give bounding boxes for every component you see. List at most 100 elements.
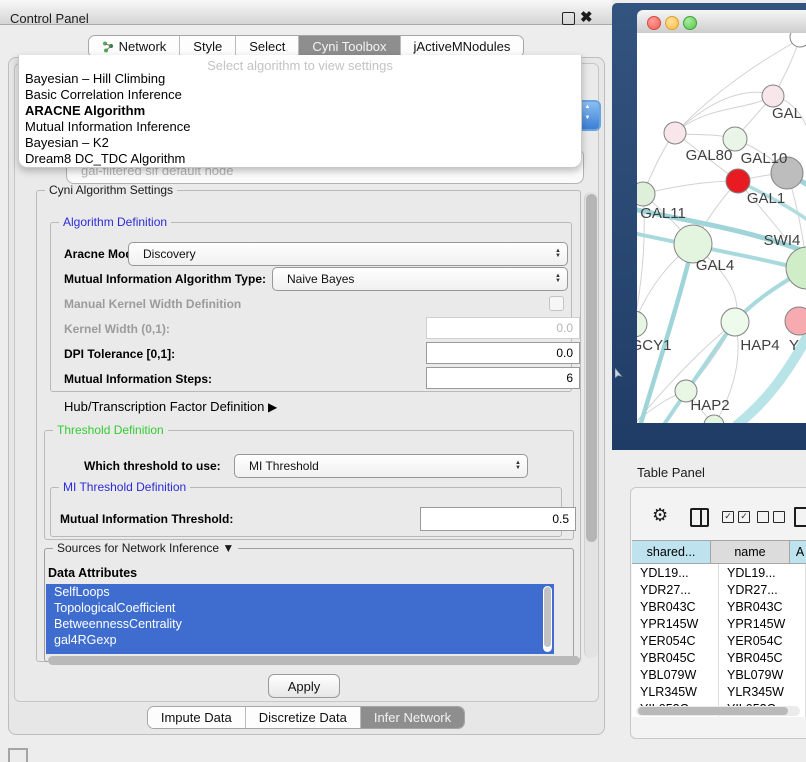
dpi-tolerance-field[interactable]: 0.0	[426, 342, 580, 364]
node-label: GAL4	[696, 257, 734, 274]
table-row[interactable]: YER054CYER054C8.	[632, 632, 806, 649]
tab-label: Cyni Toolbox	[312, 39, 386, 54]
network-node-gal[interactable]	[762, 85, 784, 107]
network-node-gal80[interactable]	[664, 122, 686, 144]
tab-discretize-data[interactable]: Discretize Data	[246, 707, 361, 728]
tab-network[interactable]: Network	[89, 36, 181, 57]
network-view[interactable]: GALGAL80GAL10GAL1GAL11GAL4SWI4GCY1HAP4YH…	[637, 33, 806, 423]
tab-label: Impute Data	[161, 710, 232, 725]
algorithm-option[interactable]: Bayesian – Hill Climbing	[19, 71, 581, 87]
table-hscrollbar-thumb[interactable]	[638, 707, 788, 715]
table-cell: YBR043C	[719, 598, 806, 615]
algorithm-option[interactable]: Bayesian – K2	[19, 135, 581, 151]
settings-hscrollbar[interactable]	[48, 656, 580, 665]
table-row[interactable]: YPR145WYPR145W9.	[632, 615, 806, 632]
aracne-mode-value: Discovery	[129, 247, 549, 261]
column-header[interactable]: A	[790, 541, 806, 563]
bottom-tab-bar: Impute Data Discretize Data Infer Network	[0, 706, 612, 729]
document-icon[interactable]	[794, 507, 806, 527]
table-cell: YBR045C	[719, 649, 806, 666]
settings-scrollbar-thumb[interactable]	[586, 194, 597, 542]
minimize-traffic-icon[interactable]	[665, 16, 679, 30]
data-attribute-item[interactable]: BetweennessCentrality	[46, 616, 554, 632]
table-row[interactable]: YBR043CYBR043C	[632, 598, 806, 615]
table-row[interactable]: YLR345WYLR345W9.	[632, 683, 806, 700]
node-label: SWI4	[764, 232, 801, 249]
tab-style[interactable]: Style	[180, 36, 236, 57]
close-traffic-icon[interactable]	[647, 16, 661, 30]
data-attribute-item[interactable]: gal4RGexp	[46, 632, 554, 648]
checked-pair-icon[interactable]: ✓✓	[722, 511, 750, 523]
data-attribute-item[interactable]: SelfLoops	[46, 584, 554, 600]
close-icon[interactable]: ✖	[580, 8, 593, 26]
float-window-icon[interactable]	[562, 12, 575, 25]
network-node[interactable]	[790, 33, 806, 47]
tab-impute-data[interactable]: Impute Data	[148, 707, 246, 728]
mi-steps-label: Mutual Information Steps:	[64, 372, 212, 386]
which-threshold-combo[interactable]: MI Threshold ▲▼	[234, 454, 528, 478]
network-node-y[interactable]	[785, 307, 806, 335]
network-window-titlebar[interactable]	[637, 10, 806, 34]
dpi-tolerance-label: DPI Tolerance [0,1]:	[64, 347, 175, 361]
hub-definition-expander[interactable]: Hub/Transcription Factor Definition ▶	[64, 399, 277, 414]
collapse-down-icon[interactable]: ▼	[222, 541, 234, 555]
table-cell: YBL079W	[719, 666, 806, 683]
expand-right-icon[interactable]: ▶	[268, 400, 277, 414]
tab-jactivemnodules[interactable]: jActiveMNodules	[401, 36, 524, 57]
algorithm-option[interactable]: Dream8 DC_TDC Algorithm	[19, 151, 581, 167]
table-cell: YLR345W	[632, 683, 719, 700]
node-label: HAP2	[690, 397, 729, 414]
data-attributes-list[interactable]: SelfLoopsTopologicalCoefficientBetweenne…	[46, 584, 554, 654]
table-cell: YLR345W	[719, 683, 806, 700]
node-label: GAL11	[640, 205, 686, 222]
algorithm-option[interactable]: Basic Correlation Inference	[19, 87, 581, 103]
tab-label: Style	[193, 39, 222, 54]
network-node-gcy1[interactable]	[637, 311, 647, 337]
columns-icon[interactable]	[690, 508, 709, 527]
which-threshold-value: MI Threshold	[235, 459, 509, 473]
table-hscrollbar[interactable]	[636, 706, 800, 716]
settings-hscrollbar-thumb[interactable]	[48, 656, 580, 665]
network-edge[interactable]	[643, 181, 738, 194]
table-row[interactable]: YDL19...YDL19...13	[632, 564, 806, 581]
tab-label: Infer Network	[374, 710, 451, 725]
unchecked-pair-icon[interactable]	[757, 511, 785, 523]
mi-algorithm-type-combo[interactable]: Naive Bayes ▲▼	[272, 267, 568, 291]
attributes-scrollbar-thumb[interactable]	[544, 587, 551, 647]
network-node-hap4[interactable]	[721, 308, 749, 336]
network-graph[interactable]: GALGAL80GAL10GAL1GAL11GAL4SWI4GCY1HAP4YH…	[637, 33, 806, 423]
manual-kernel-width-checkbox[interactable]	[549, 296, 564, 311]
collapsed-panel-icon[interactable]	[8, 748, 28, 762]
mi-threshold-field[interactable]: 0.5	[420, 507, 576, 531]
data-attribute-item[interactable]: TopologicalCoefficient	[46, 600, 554, 616]
table-row[interactable]: YBR045CYBR045C9.	[632, 649, 806, 666]
table-row[interactable]: YBL079WYBL079W	[632, 666, 806, 683]
table-cell: YDL19...	[719, 564, 806, 581]
attributes-scrollbar[interactable]	[543, 586, 552, 652]
tab-label: Network	[119, 39, 167, 54]
mi-steps-field[interactable]: 6	[426, 367, 580, 389]
settings-scrollbar[interactable]	[584, 192, 598, 658]
algorithm-option[interactable]: ARACNE Algorithm	[19, 103, 581, 119]
kernel-width-label: Kernel Width (0,1):	[64, 322, 170, 336]
table-cell: YBL079W	[632, 666, 719, 683]
which-threshold-label: Which threshold to use:	[84, 459, 221, 473]
tab-select[interactable]: Select	[236, 36, 299, 57]
algorithm-option[interactable]: Mutual Information Inference	[19, 119, 581, 135]
aracne-mode-combo[interactable]: Discovery ▲▼	[128, 242, 568, 266]
control-panel-title: Control Panel	[10, 11, 89, 26]
tab-cyni-toolbox[interactable]: Cyni Toolbox	[299, 36, 400, 57]
tab-infer-network[interactable]: Infer Network	[361, 707, 464, 728]
sources-group-title: Sources for Network Inference ▼	[53, 541, 238, 555]
column-header[interactable]: shared...	[632, 541, 711, 563]
apply-button[interactable]: Apply	[268, 674, 340, 698]
algorithm-dropdown-list: Select algorithm to view settings Bayesi…	[18, 55, 582, 168]
cyni-algorithm-settings-title: Cyni Algorithm Settings	[45, 183, 177, 197]
column-header[interactable]: name	[711, 541, 790, 563]
table-row[interactable]: YDR27...YDR27...12	[632, 581, 806, 598]
zoom-traffic-icon[interactable]	[683, 16, 697, 30]
network-node-swi4[interactable]	[786, 247, 806, 289]
network-edge[interactable]	[675, 96, 773, 133]
gear-icon[interactable]: ⚙	[652, 505, 668, 526]
table-cell: YER054C	[632, 632, 719, 649]
